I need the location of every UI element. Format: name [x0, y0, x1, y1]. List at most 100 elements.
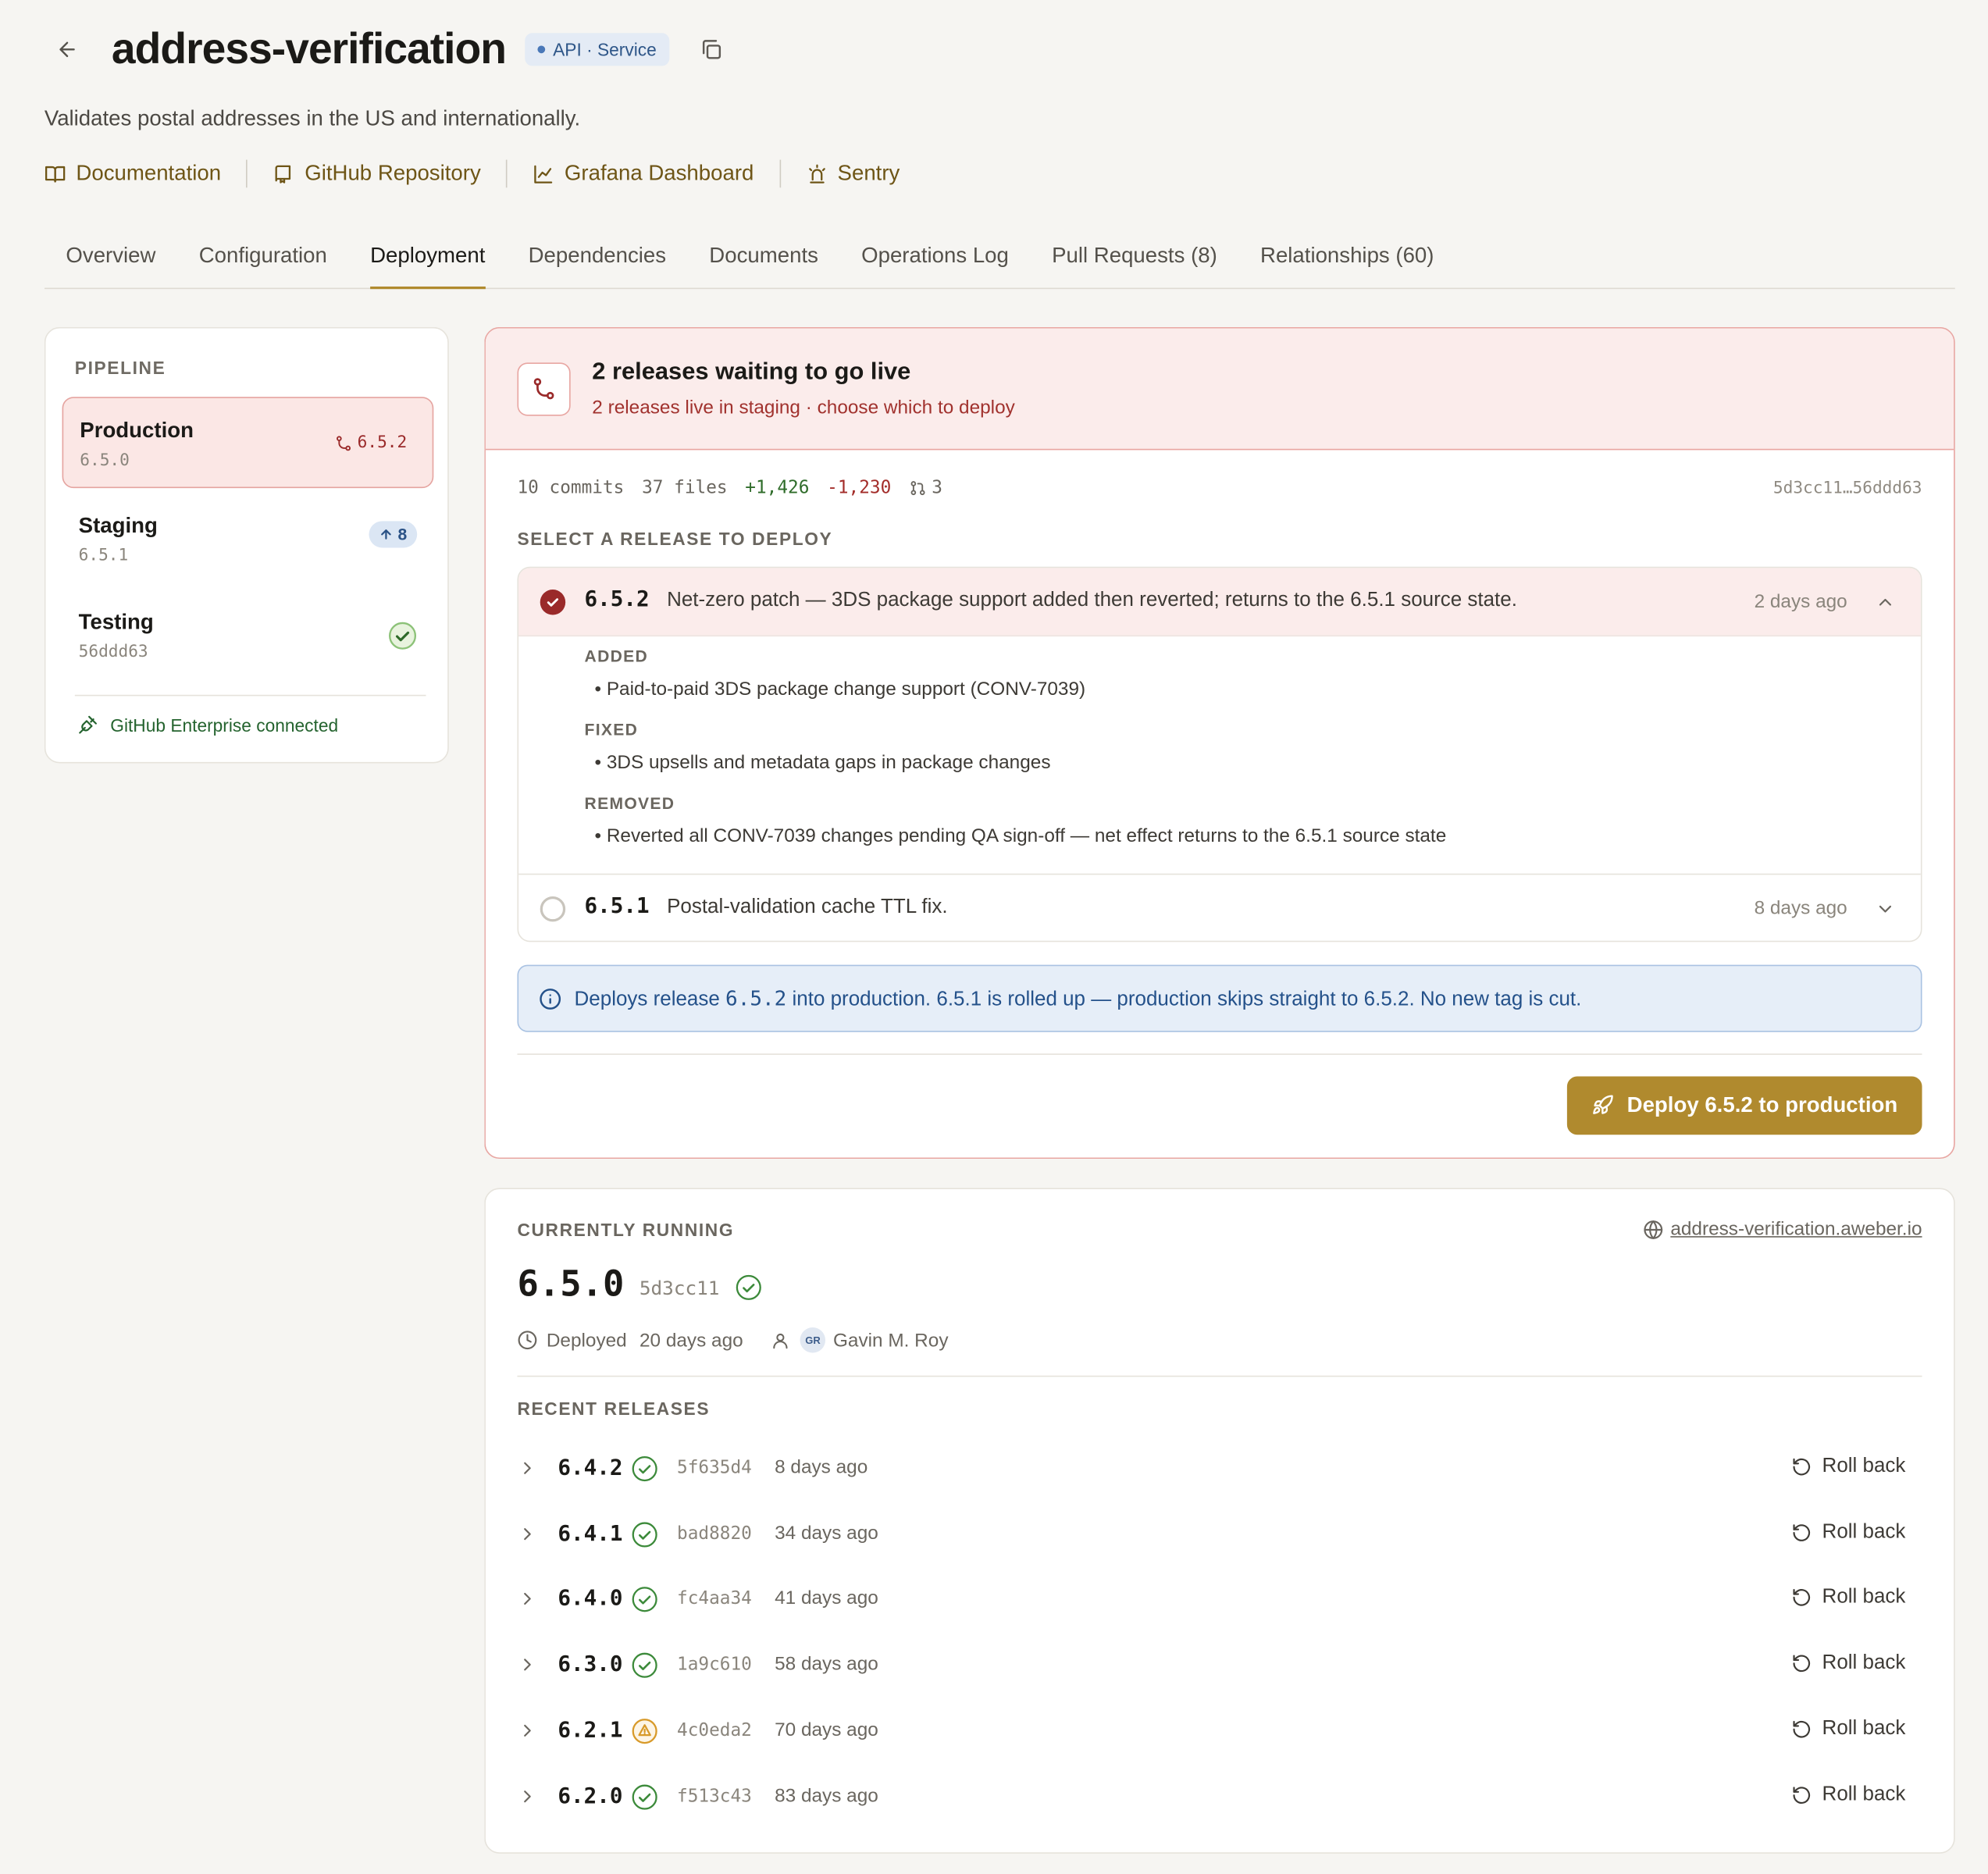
tab-operations-log[interactable]: Operations Log	[861, 231, 1009, 290]
rotate-ccw-icon	[1793, 1720, 1811, 1738]
git-merge-icon	[517, 362, 571, 416]
connection-label: GitHub Enterprise connected	[110, 714, 339, 736]
roll-back-label: Roll back	[1822, 1586, 1906, 1609]
tab-deployment[interactable]: Deployment	[370, 231, 486, 290]
link-label: Documentation	[76, 161, 222, 186]
pipeline-stage-production[interactable]: Production 6.5.0 6.5.2	[62, 397, 434, 489]
radio-unselected[interactable]	[540, 896, 566, 922]
chevron-right-icon[interactable]	[517, 1786, 537, 1806]
recent-release-row[interactable]: 6.2.1 4c0eda2 70 days ago Roll back	[517, 1705, 1922, 1756]
pull-request-count-value: 3	[932, 478, 942, 499]
release-version: 6.4.0	[558, 1586, 623, 1612]
notes-item: • Reverted all CONV-7039 changes pending…	[594, 825, 1447, 847]
deploy-button[interactable]: Deploy 6.5.2 to production	[1566, 1076, 1922, 1135]
link-divider	[506, 159, 508, 188]
notes-heading-removed: REMOVED	[584, 793, 675, 813]
copy-button[interactable]	[700, 38, 722, 61]
roll-back-button[interactable]: Roll back	[1792, 1651, 1906, 1675]
rotate-ccw-icon	[1793, 1786, 1811, 1804]
pipeline-divider	[74, 694, 426, 697]
release-commit: fc4aa34	[677, 1589, 752, 1610]
link-sentry[interactable]: Sentry	[806, 161, 900, 186]
header: address-verification API · Service	[45, 23, 722, 76]
release-options: 6.5.2 Net-zero patch — 3DS package suppo…	[517, 566, 1922, 942]
chevron-right-icon[interactable]	[517, 1523, 537, 1544]
pull-request-icon	[910, 481, 925, 496]
release-version: 6.2.1	[558, 1717, 623, 1744]
tab-overview[interactable]: Overview	[66, 231, 155, 290]
notes-heading-fixed: FIXED	[584, 720, 639, 739]
repo-icon	[276, 164, 291, 183]
git-merge-icon	[336, 435, 351, 451]
radio-selected[interactable]	[540, 590, 566, 615]
chevron-up-icon[interactable]	[1875, 592, 1895, 612]
roll-back-label: Roll back	[1822, 1717, 1906, 1740]
link-grafana-dashboard[interactable]: Grafana Dashboard	[533, 161, 754, 186]
check-circle-icon	[735, 1274, 761, 1301]
info-version: 6.5.2	[725, 985, 787, 1010]
roll-back-button[interactable]: Roll back	[1792, 1717, 1906, 1740]
rotate-ccw-icon	[1793, 1655, 1811, 1673]
tab-relationships[interactable]: Relationships (60)	[1260, 231, 1434, 290]
link-label: Sentry	[837, 161, 900, 186]
rotate-ccw-icon	[1793, 1589, 1811, 1607]
link-label: Grafana Dashboard	[564, 161, 754, 186]
roll-back-button[interactable]: Roll back	[1792, 1783, 1906, 1806]
link-label: GitHub Repository	[305, 161, 481, 186]
stage-name: Staging	[78, 513, 158, 538]
tab-pull-requests[interactable]: Pull Requests (8)	[1052, 231, 1217, 290]
release-version: 6.2.0	[558, 1783, 623, 1809]
release-description: Net-zero patch — 3DS package support add…	[667, 590, 1517, 611]
rotate-ccw-icon	[1793, 1458, 1811, 1476]
release-option-6-5-1[interactable]: 6.5.1 Postal-validation cache TTL fix. 8…	[518, 873, 1921, 941]
check-circle-icon	[632, 1783, 658, 1810]
release-commit: 4c0eda2	[677, 1720, 752, 1741]
warning-icon	[632, 1718, 658, 1744]
arrow-left-icon	[59, 41, 75, 58]
check-circle-icon	[632, 1521, 658, 1548]
roll-back-button[interactable]: Roll back	[1792, 1586, 1906, 1609]
link-divider	[246, 159, 248, 188]
currently-running-card: CURRENTLY RUNNING address-verification.a…	[484, 1188, 1955, 1854]
release-age: 41 days ago	[775, 1587, 878, 1610]
page-title: address-verification	[111, 24, 507, 73]
pending-releases-card: 2 releases waiting to go live 2 releases…	[484, 326, 1955, 1160]
recent-release-row[interactable]: 6.4.1 bad8820 34 days ago Roll back	[517, 1509, 1922, 1559]
running-version-row: 6.5.0 5d3cc11	[517, 1263, 761, 1305]
pipeline-stage-staging[interactable]: Staging 6.5.1 8	[62, 493, 434, 585]
check-circle-icon	[632, 1587, 658, 1613]
recent-release-row[interactable]: 6.4.0 fc4aa34 41 days ago Roll back	[517, 1574, 1922, 1625]
pending-releases-title: 2 releases waiting to go live	[592, 358, 911, 386]
pipeline-stage-testing[interactable]: Testing 56ddd63	[62, 590, 434, 681]
back-button[interactable]	[45, 23, 90, 76]
recent-release-row[interactable]: 6.2.0 f513c43 83 days ago Roll back	[517, 1770, 1922, 1821]
tab-documents[interactable]: Documents	[709, 231, 818, 290]
rotate-ccw-icon	[1793, 1523, 1811, 1541]
chevron-down-icon[interactable]	[1875, 899, 1895, 919]
service-url-link[interactable]: address-verification.aweber.io	[1643, 1218, 1922, 1240]
tab-dependencies[interactable]: Dependencies	[529, 231, 667, 290]
roll-back-label: Roll back	[1822, 1651, 1906, 1674]
link-documentation[interactable]: Documentation	[45, 161, 221, 186]
chevron-right-icon[interactable]	[517, 1458, 537, 1478]
link-github-repository[interactable]: GitHub Repository	[273, 161, 481, 186]
recent-release-row[interactable]: 6.3.0 1a9c610 58 days ago Roll back	[517, 1640, 1922, 1691]
pull-request-count: 3	[909, 478, 942, 498]
recent-release-row[interactable]: 6.4.2 5f635d4 8 days ago Roll back	[517, 1443, 1922, 1494]
tab-configuration[interactable]: Configuration	[199, 231, 327, 290]
chevron-right-icon[interactable]	[517, 1589, 537, 1609]
chevron-right-icon[interactable]	[517, 1720, 537, 1740]
chevron-right-icon[interactable]	[517, 1655, 537, 1675]
deploy-info-banner: Deploys release 6.5.2 into production. 6…	[517, 964, 1922, 1032]
roll-back-button[interactable]: Roll back	[1792, 1521, 1905, 1544]
info-prefix: Deploys release	[574, 988, 720, 1010]
deployed-label: Deployed	[546, 1329, 627, 1352]
currently-running-heading: CURRENTLY RUNNING	[517, 1219, 735, 1240]
release-option-6-5-2[interactable]: 6.5.2 Net-zero patch — 3DS package suppo…	[518, 568, 1921, 637]
divider	[517, 1053, 1922, 1055]
commit-range: 5d3cc11…56ddd63	[1772, 479, 1922, 499]
stage-version: 6.5.1	[78, 546, 129, 566]
roll-back-label: Roll back	[1822, 1783, 1906, 1805]
roll-back-button[interactable]: Roll back	[1792, 1455, 1905, 1478]
service-url: address-verification.aweber.io	[1670, 1218, 1922, 1240]
